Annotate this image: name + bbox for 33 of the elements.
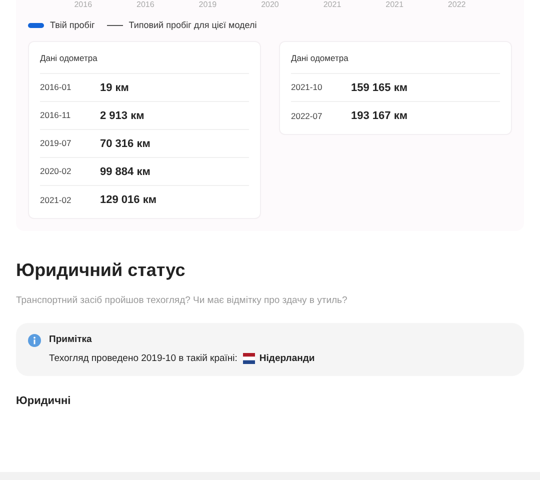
- axis-label: 2016: [74, 0, 92, 10]
- section-heading: Юридичний статус: [16, 259, 186, 282]
- odometer-value: 159 165 км: [351, 80, 408, 96]
- axis-label: 2021: [323, 0, 342, 10]
- odometer-value: 129 016 км: [100, 193, 156, 208]
- odometer-value: 193 167 км: [351, 109, 408, 124]
- odometer-value: 99 884 км: [100, 164, 150, 180]
- axis-label: 2020: [261, 0, 279, 10]
- note-text: Техогляд проведено 2019-10 в такій країні:: [49, 352, 238, 366]
- odometer-date: 2022-07: [291, 110, 324, 123]
- card-title: Дані одометра: [40, 52, 249, 74]
- odometer-date: 2016-01: [40, 81, 72, 94]
- axis-label: 2019: [198, 0, 217, 10]
- legend-label: Твій пробіг: [50, 19, 95, 32]
- odometer-value: 19 км: [100, 80, 129, 96]
- odometer-date: 2016-11: [40, 109, 72, 122]
- flag-icon: [243, 353, 256, 364]
- odometer-date: 2021-10: [291, 81, 324, 94]
- odometer-date: 2020-02: [40, 165, 72, 178]
- note-title: Примітка: [49, 332, 93, 346]
- country-name: Нідерланди: [259, 352, 315, 366]
- odometer-date: 2021-02: [40, 194, 72, 207]
- odometer-value: 2 913 км: [100, 108, 144, 124]
- axis-label: 2021: [386, 0, 404, 10]
- legend-label: Типовий пробіг для цієї моделі: [128, 19, 257, 32]
- info-icon: [28, 334, 41, 346]
- section-description: Транспортний засіб пройшов техогляд? Чи має відмітку про здачу в утиль?: [16, 294, 348, 308]
- axis-label: 2022: [448, 0, 466, 10]
- odometer-value: 70 316 км: [100, 136, 150, 152]
- axis-label: 2016: [136, 0, 154, 10]
- odometer-date: 2019-07: [40, 137, 72, 150]
- card-title: Дані одометра: [291, 52, 500, 74]
- subsection-heading: Юридичні: [16, 394, 72, 409]
